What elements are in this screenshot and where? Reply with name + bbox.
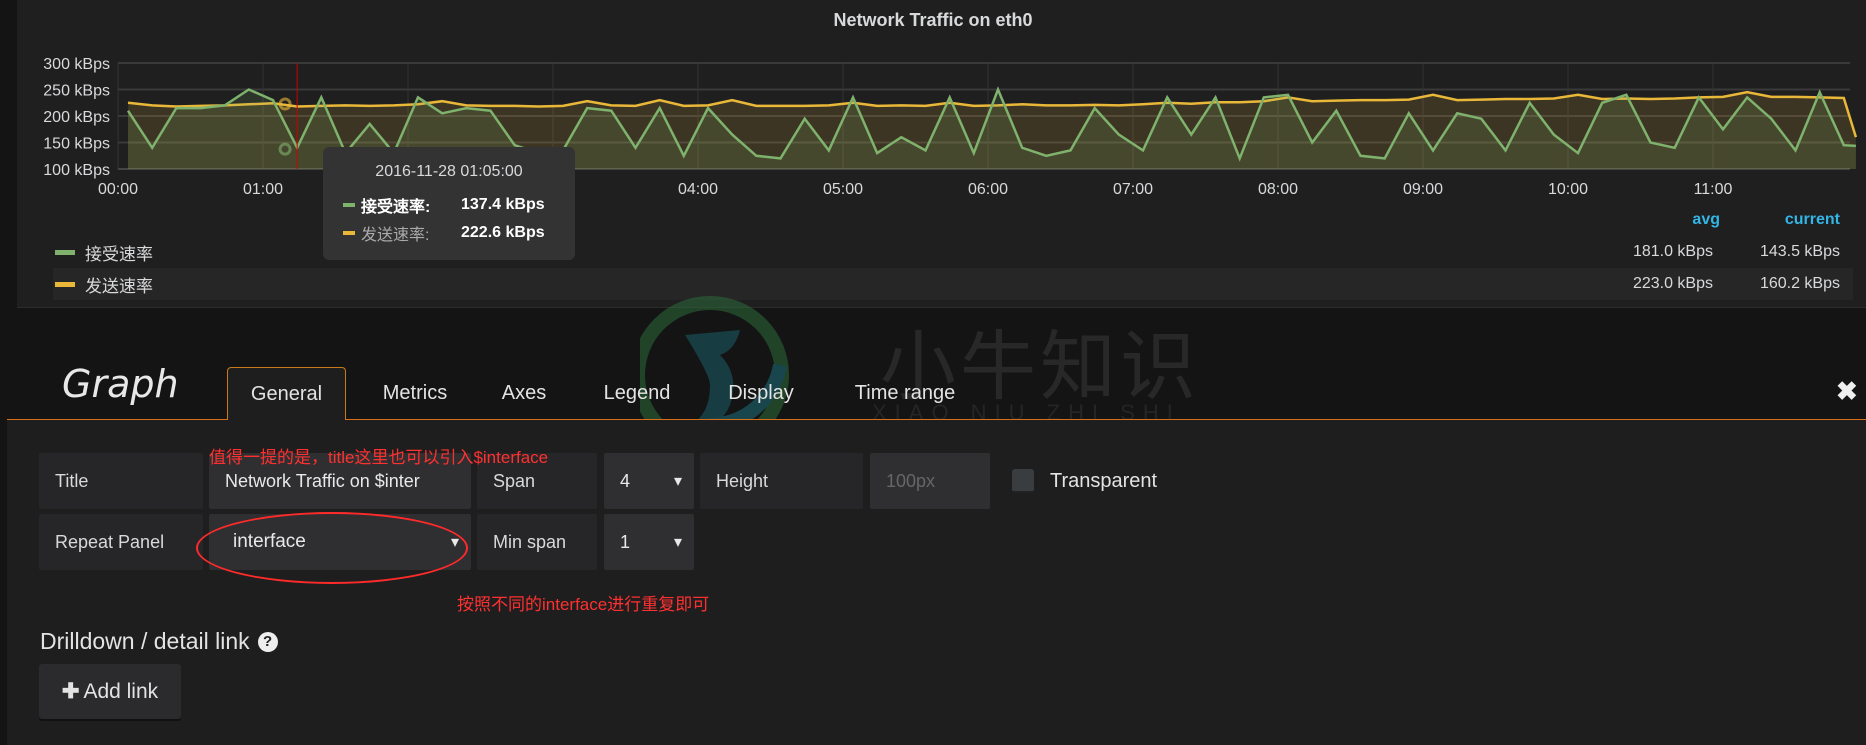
x-tick-label: 04:00 xyxy=(678,181,718,198)
min-span-label: Min span xyxy=(477,514,597,570)
drilldown-heading: Drilldown / detail link ? xyxy=(40,628,278,655)
tooltip-value: 222.6 kBps xyxy=(461,224,545,241)
height-input[interactable]: 100px xyxy=(870,453,990,509)
add-link-button[interactable]: ✚ Add link xyxy=(39,664,181,719)
x-tick-label: 06:00 xyxy=(968,181,1008,198)
title-label: Title xyxy=(39,453,203,509)
annotation-repeat-note: 按照不同的interface进行重复即可 xyxy=(457,595,710,614)
series-swatch xyxy=(55,281,75,287)
tab-display[interactable]: Display xyxy=(716,367,806,419)
tooltip-series-name: 发送速率: xyxy=(361,227,430,244)
legend-header-current[interactable]: current xyxy=(1740,211,1840,229)
height-label: Height xyxy=(700,453,863,509)
x-tick-label: 05:00 xyxy=(823,181,863,198)
series-swatch xyxy=(343,203,355,207)
legend-header-avg[interactable]: avg xyxy=(1620,211,1720,229)
x-tick-label: 09:00 xyxy=(1403,181,1443,198)
tab-legend[interactable]: Legend xyxy=(592,367,682,419)
x-tick-label: 00:00 xyxy=(98,181,138,198)
tooltip-row: 发送速率: 222.6 kBps xyxy=(323,219,575,247)
legend-current: 143.5 kBps xyxy=(1759,243,1840,260)
x-tick-label: 01:00 xyxy=(243,181,283,198)
annotation-title-note: 值得一提的是，title这里也可以引入$interface xyxy=(209,448,549,467)
y-tick-label: 200 kBps xyxy=(43,109,110,126)
y-tick-label: 250 kBps xyxy=(43,83,110,100)
tab-general[interactable]: General xyxy=(227,367,346,420)
x-tick-label: 08:00 xyxy=(1258,181,1298,198)
tab-time-range[interactable]: Time range xyxy=(845,367,965,419)
y-tick-label: 100 kBps xyxy=(43,162,110,179)
drilldown-heading-text: Drilldown / detail link xyxy=(40,628,250,654)
help-icon[interactable]: ? xyxy=(257,631,278,652)
add-link-label: Add link xyxy=(83,679,159,703)
editor-heading: Graph xyxy=(62,362,179,406)
annotation-ellipse xyxy=(196,512,468,584)
hover-tooltip: 2016-11-28 01:05:00 接受速率: 137.4 kBps 发送速… xyxy=(323,147,575,260)
x-tick-label: 10:00 xyxy=(1548,181,1588,198)
tab-metrics[interactable]: Metrics xyxy=(365,367,465,419)
x-tick-label: 07:00 xyxy=(1113,181,1153,198)
legend-current: 160.2 kBps xyxy=(1759,275,1840,292)
tooltip-row: 接受速率: 137.4 kBps xyxy=(323,191,575,219)
y-tick-label: 300 kBps xyxy=(43,56,110,73)
legend-label[interactable]: 发送速率 xyxy=(85,272,153,297)
tooltip-series-name: 接受速率: xyxy=(361,199,431,216)
series-swatch xyxy=(343,231,355,235)
tooltip-value: 137.4 kBps xyxy=(461,196,545,213)
min-span-select[interactable]: 1 xyxy=(604,514,694,570)
tab-axes[interactable]: Axes xyxy=(486,367,562,419)
traffic-chart[interactable]: 300 kBps 250 kBps 200 kBps 150 kBps 100 kBps… xyxy=(0,0,1866,200)
x-tick-label: 11:00 xyxy=(1694,181,1733,198)
tooltip-time: 2016-11-28 01:05:00 xyxy=(375,163,523,180)
y-tick-label: 150 kBps xyxy=(43,136,110,153)
repeat-panel-label: Repeat Panel xyxy=(39,514,203,570)
legend-avg: 223.0 kBps xyxy=(1632,275,1713,292)
series-swatch xyxy=(55,249,75,255)
transparent-label[interactable]: Transparent xyxy=(1050,470,1157,493)
span-select[interactable]: 4 xyxy=(604,453,694,509)
transparent-checkbox[interactable] xyxy=(1012,469,1034,493)
legend-avg: 181.0 kBps xyxy=(1632,243,1713,260)
close-icon[interactable]: ✖ xyxy=(1836,376,1858,407)
legend-label[interactable]: 接受速率 xyxy=(85,240,153,265)
plus-icon: ✚ xyxy=(61,680,80,703)
